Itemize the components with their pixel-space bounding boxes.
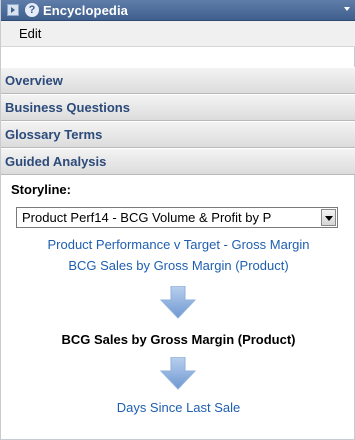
flow-link-product-performance[interactable]: Product Performance v Target - Gross Mar… <box>1 237 355 252</box>
flow-link-days-since-last-sale[interactable]: Days Since Last Sale <box>1 400 355 415</box>
flow-current-item: BCG Sales by Gross Margin (Product) <box>61 332 296 347</box>
panel-title: Encyclopedia <box>43 2 129 18</box>
section-business-questions[interactable]: Business Questions <box>1 94 355 121</box>
section-glossary-terms[interactable]: Glossary Terms <box>1 121 355 148</box>
flow-link-bcg-sales-previous[interactable]: BCG Sales by Gross Margin (Product) <box>1 258 355 273</box>
help-icon[interactable]: ? <box>25 3 39 17</box>
encyclopedia-panel: ? Encyclopedia Edit Overview Business Qu… <box>0 0 355 440</box>
storyline-select[interactable]: Product Perf14 - BCG Volume & Profit by … <box>16 207 338 228</box>
dock-panel-icon[interactable] <box>7 4 19 16</box>
flow-down-arrow-icon <box>160 286 196 319</box>
storyline-label: Storyline: <box>11 182 71 197</box>
menu-edit[interactable]: Edit <box>19 26 41 41</box>
panel-menu-arrow-icon[interactable] <box>344 7 350 11</box>
chevron-down-icon[interactable] <box>321 209 336 226</box>
panel-title-bar: ? Encyclopedia <box>1 0 355 21</box>
section-guided-analysis[interactable]: Guided Analysis <box>1 148 355 175</box>
flow-down-arrow-icon <box>160 357 196 390</box>
menu-bar: Edit <box>1 21 355 47</box>
section-overview[interactable]: Overview <box>1 67 355 94</box>
storyline-selected-value: Product Perf14 - BCG Volume & Profit by … <box>22 210 272 225</box>
